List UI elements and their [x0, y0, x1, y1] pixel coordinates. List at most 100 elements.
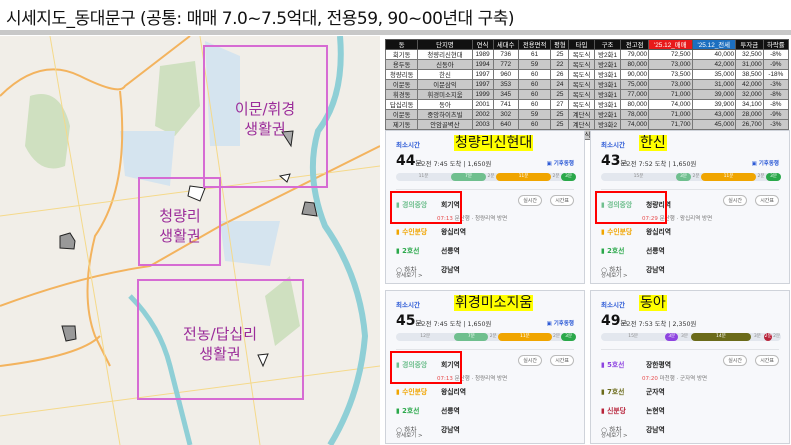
table-cell: 이문동: [384, 109, 419, 120]
transit-segment: 11분: [496, 173, 551, 181]
realtime-button[interactable]: 실시간: [723, 355, 747, 366]
table-cell: 방3화1: [593, 99, 622, 110]
table-cell: 신동아: [417, 59, 473, 70]
column-header: 전용면적: [517, 39, 552, 50]
details-link[interactable]: 상세보기 >: [601, 271, 628, 279]
table-cell: 1997: [471, 69, 494, 80]
details-link[interactable]: 상세보기 >: [396, 431, 423, 439]
timetable-button[interactable]: 시간표: [550, 355, 574, 366]
table-cell: 22: [550, 59, 570, 70]
table-cell: 60: [517, 69, 552, 80]
timetable-button[interactable]: 시간표: [755, 195, 779, 206]
transfer-gap: 2분: [487, 174, 495, 179]
details-link[interactable]: 상세보기 >: [601, 431, 628, 439]
table-cell: 32,500: [735, 49, 764, 60]
min-time-label: 최소시간: [601, 141, 625, 149]
table-cell: 답십리동: [384, 99, 419, 110]
apartment-table: 동 단지명 연식 세대수 전용면적 평형 타입 구조 전고점 '25.12_매매 '25.12_전세…: [384, 39, 790, 140]
walk-segment: 15분: [628, 334, 639, 339]
transit-segment: 3분: [766, 173, 781, 181]
arrival-fare: 오전 7:45 도착 | 1,650원: [420, 321, 492, 328]
station-name: 왕십리역: [441, 388, 467, 396]
route-bar: 15분 3분 2분 11분 2분 3분: [601, 173, 781, 181]
table-cell: 77,000: [620, 89, 650, 100]
table-row: 제기동 안암골벽산 2003 640 60 25 계단식 방3화2 74,000 71,700 45…: [384, 119, 790, 130]
table-cell: 772: [492, 59, 519, 70]
arrival-fare: 오전 7:53 도착 | 2,350원: [625, 321, 697, 328]
map[interactable]: 이문/휘경 생활권 청량리 생활권 전농/답십리 생활권: [0, 36, 380, 445]
table-cell: 60: [517, 99, 552, 110]
map-river: [309, 36, 369, 445]
line-name: ▮ 신분당: [601, 407, 626, 415]
transfer-gap: 2분: [489, 334, 497, 339]
route-step: ▮ 수인분당 왕십리역: [396, 226, 466, 236]
table-cell: 안암골벽산: [417, 119, 473, 130]
walk-segment: 12분: [420, 334, 431, 339]
table-cell: 302: [492, 109, 519, 120]
table-row: 이문동 중앙하이츠빌 2002 302 59 25 계단식 방2화1 78,000 71,000 4…: [384, 109, 790, 120]
table-cell: 43,000: [691, 109, 737, 120]
table-cell: 28,000: [735, 109, 764, 120]
line-name: ▮ 수인분당: [396, 228, 428, 236]
arrival-fare: 오전 7:45 도착 | 1,650원: [420, 161, 492, 168]
transit-segment: 14분: [690, 333, 751, 341]
transit-segment: 3분: [665, 333, 679, 341]
table-cell: -8%: [762, 99, 790, 110]
line-name: ▮ 5호선: [601, 361, 625, 369]
line-name: ▮ 2호선: [396, 247, 420, 255]
line-name: ▮ 7호선: [601, 388, 625, 396]
table-cell: 방3화1: [593, 69, 622, 80]
table-cell: 80,000: [620, 99, 650, 110]
route-card[interactable]: 최소시간 청량리신현대 44분 오전 7:45 도착 | 1,650원 ▣ 기후동행 11…: [385, 130, 585, 284]
table-cell: 74,000: [620, 119, 650, 130]
transit-segment: 2분: [763, 333, 773, 341]
table-cell: -8%: [762, 89, 790, 100]
station-name: 선릉역: [441, 407, 460, 415]
highlight-box: [390, 191, 462, 224]
route-card[interactable]: 최소시간 휘경미소지움 45분 오전 7:45 도착 | 1,650원 ▣ 기후동행 12…: [385, 290, 585, 444]
title-divider: [0, 30, 791, 35]
table-cell: 계단식: [568, 119, 595, 130]
table-cell: 1997: [471, 79, 494, 90]
line-name: ▮ 수인분당: [396, 388, 428, 396]
table-cell: 2001: [471, 99, 494, 110]
table-cell: 방2화1: [593, 49, 622, 60]
table-cell: -3%: [762, 119, 790, 130]
timetable-button[interactable]: 시간표: [550, 195, 574, 206]
details-link[interactable]: 상세보기 >: [396, 271, 423, 279]
table-cell: -9%: [762, 109, 790, 120]
table-cell: 1999: [471, 89, 494, 100]
table-cell: 복도식: [568, 99, 595, 110]
complex-name: 동아: [639, 295, 667, 311]
page-title: 시세지도_동대문구 (공통: 매매 7.0~7.5억대, 전용59, 90~00…: [6, 9, 514, 29]
table-cell: 2003: [471, 119, 494, 130]
route-step: ▮ 2호선 선릉역: [396, 245, 460, 255]
route-bar: 11분 7분 2분 11분 2분 3분: [396, 173, 576, 181]
transit-segment: 11분: [701, 173, 756, 181]
timetable-button[interactable]: 시간표: [755, 355, 779, 366]
table-cell: 동아: [417, 99, 473, 110]
realtime-button[interactable]: 실시간: [518, 195, 542, 206]
station-name: 장한평역: [646, 361, 672, 369]
route-step: ▮ 신분당 논현역: [601, 405, 665, 415]
realtime-button[interactable]: 실시간: [518, 355, 542, 366]
table-cell: 39,000: [691, 89, 737, 100]
station-name: 군자역: [646, 388, 665, 396]
complex-name: 휘경미소지움: [454, 295, 534, 311]
table-cell: 25: [550, 109, 570, 120]
column-header: 투자금: [735, 39, 764, 50]
table-cell: 복도식: [568, 59, 595, 70]
route-bar: 15분 3분 3분 14분 3분 2분 2분: [601, 333, 781, 341]
table-cell: 38,500: [735, 69, 764, 80]
zone-label-jeonnong-dapsimni: 전농/답십리 생활권: [183, 325, 257, 363]
walk-segment: 15분: [633, 174, 644, 179]
route-card[interactable]: 최소시간 한신 43분 오전 7:52 도착 | 1,650원 ▣ 기후동행 15분 3분 2…: [590, 130, 790, 284]
route-card[interactable]: 최소시간 동아 49분 오전 7:53 도착 | 2,350원 15분 3분 3분 14분 3분…: [590, 290, 790, 444]
realtime-button[interactable]: 실시간: [723, 195, 747, 206]
column-header: 전고점: [620, 39, 650, 50]
table-cell: 제기동: [384, 119, 419, 130]
table-row: 답십리동 동아 2001 741 60 27 복도식 방3화1 80,000 74,000 39,9…: [384, 99, 790, 110]
station-name: 강남역: [441, 426, 460, 434]
transfer-gap: 2분: [692, 174, 700, 179]
line-name: ▮ 2호선: [396, 407, 420, 415]
